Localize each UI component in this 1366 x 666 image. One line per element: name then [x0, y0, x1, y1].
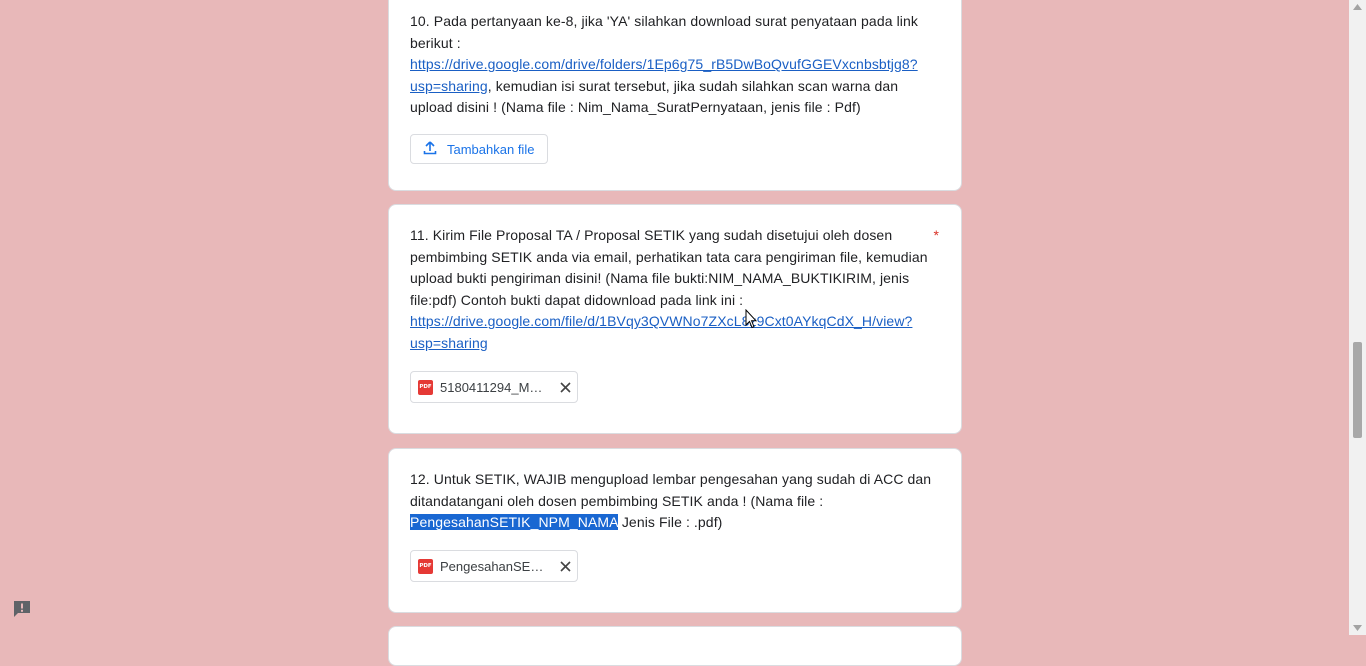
question-card-12: 12. Untuk SETIK, WAJIB mengupload lembar… — [388, 448, 962, 613]
question-10-text: 10. Pada pertanyaan ke-8, jika 'YA' sila… — [410, 11, 932, 119]
question-12-intro: 12. Untuk SETIK, WAJIB mengupload lembar… — [410, 471, 932, 509]
question-12-text: 12. Untuk SETIK, WAJIB mengupload lembar… — [410, 469, 932, 534]
question-11-text: 11. Kirim File Proposal TA / Proposal SE… — [410, 225, 932, 354]
scrollbar-thumb[interactable] — [1353, 342, 1362, 438]
pdf-icon: PDF — [418, 379, 433, 395]
feedback-icon[interactable] — [12, 600, 32, 618]
scrollbar[interactable] — [1349, 0, 1366, 635]
required-asterisk: * — [933, 227, 939, 243]
uploaded-file-chip[interactable]: PDF 5180411294_MA... — [410, 371, 578, 403]
close-icon[interactable] — [558, 380, 572, 394]
scroll-up-icon[interactable] — [1353, 4, 1362, 10]
question-11-link[interactable]: https://drive.google.com/file/d/1BVqy3QV… — [410, 313, 912, 351]
close-icon[interactable] — [558, 559, 572, 573]
question-card-11: 11. Kirim File Proposal TA / Proposal SE… — [388, 204, 962, 434]
pdf-icon: PDF — [418, 558, 433, 574]
question-card-10: 10. Pada pertanyaan ke-8, jika 'YA' sila… — [388, 0, 962, 191]
upload-icon — [423, 140, 437, 158]
mouse-cursor — [745, 308, 758, 334]
uploaded-file-name: PengesahanSETI... — [440, 558, 548, 574]
add-file-button[interactable]: Tambahkan file — [410, 134, 548, 164]
uploaded-file-chip[interactable]: PDF PengesahanSETI... — [410, 550, 578, 582]
scroll-down-icon[interactable] — [1353, 625, 1362, 631]
uploaded-file-name: 5180411294_MA... — [440, 379, 548, 395]
question-card-next — [388, 626, 962, 666]
selected-text: PengesahanSETIK_NPM_NAMA — [410, 514, 618, 530]
question-11-intro: 11. Kirim File Proposal TA / Proposal SE… — [410, 227, 928, 308]
question-12-suffix: Jenis File : .pdf) — [617, 514, 723, 530]
add-file-label: Tambahkan file — [447, 141, 535, 157]
question-10-intro: 10. Pada pertanyaan ke-8, jika 'YA' sila… — [410, 13, 918, 51]
